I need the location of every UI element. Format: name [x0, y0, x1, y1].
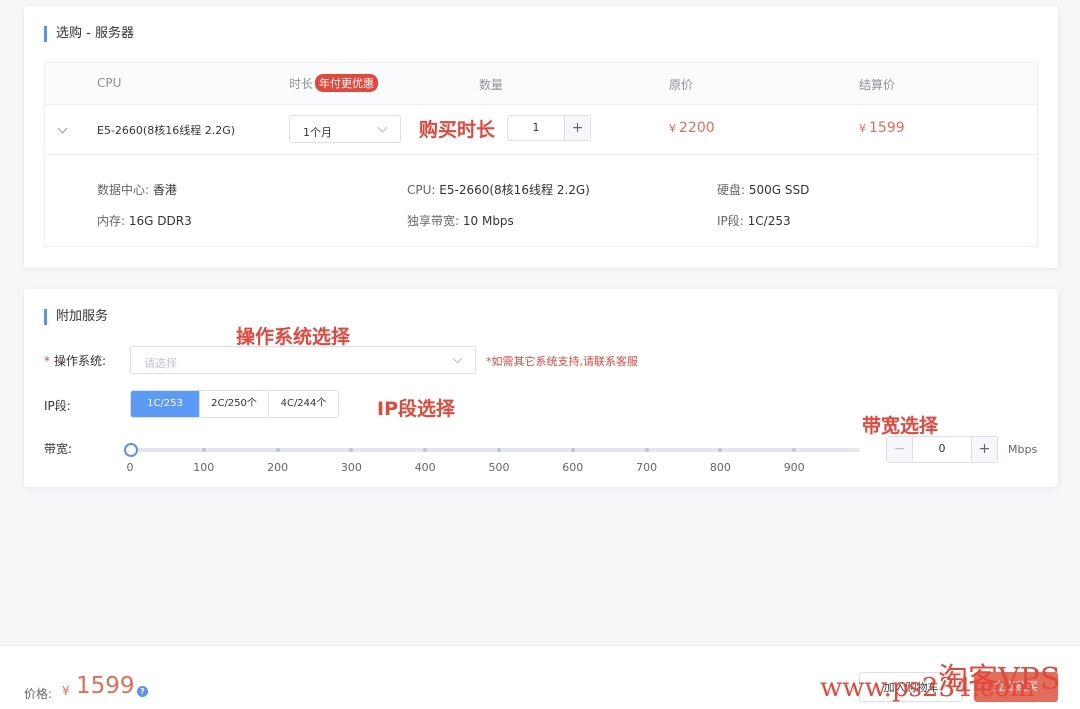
- addons-card: 附加服务 * 操作系统: 请选择 *如需其它系统支持,请联系客服 IP段: 1C/…: [24, 289, 1058, 487]
- help-icon[interactable]: ?: [137, 686, 148, 697]
- chevron-down-icon[interactable]: [57, 123, 68, 134]
- table-header: CPU 时长 年付更优惠 数量 原价 结算价: [45, 63, 1037, 105]
- bandwidth-slider-track[interactable]: [130, 448, 860, 452]
- bandwidth-label: 带宽:: [44, 442, 73, 456]
- detail-bandwidth: 独享带宽: 10 Mbps: [407, 214, 514, 228]
- bandwidth-unit: Mbps: [1008, 443, 1038, 456]
- table-row: E5-2660(8核16线程 2.2G) 1个月 1 + ¥2200 ¥1599: [45, 105, 1037, 155]
- section-title-addons: 附加服务: [44, 309, 108, 325]
- slider-tick-label: 200: [267, 461, 289, 474]
- slider-tick-label: 400: [414, 461, 436, 474]
- watermark-url: www.ps234.com: [820, 673, 1035, 703]
- annotation-os: 操作系统选择: [236, 326, 351, 348]
- slider-tick-label: 100: [193, 461, 215, 474]
- slider-tick-label: 300: [340, 461, 362, 474]
- chevron-down-icon: [452, 353, 463, 364]
- duration-badge: 年付更优惠: [315, 74, 379, 92]
- header-duration: 时长 年付更优惠: [289, 74, 379, 92]
- detail-ip: IP段: 1C/253: [717, 214, 791, 228]
- plus-icon[interactable]: +: [564, 116, 590, 140]
- final-price: ¥1599: [859, 120, 905, 136]
- os-hint: *如需其它系统支持,请联系客服: [486, 355, 638, 368]
- minus-icon[interactable]: −: [887, 437, 913, 462]
- bandwidth-stepper[interactable]: − 0 +: [886, 436, 998, 463]
- annotation-bandwidth: 带宽选择: [862, 415, 939, 437]
- ip-option[interactable]: 4C/244个: [269, 391, 338, 417]
- slider-stop[interactable]: [497, 448, 501, 452]
- os-placeholder: 请选择: [144, 357, 177, 370]
- slider-stop[interactable]: [570, 448, 575, 452]
- chevron-down-icon: [377, 122, 388, 133]
- plus-icon[interactable]: +: [971, 437, 997, 462]
- slider-tick-label: 600: [562, 461, 584, 474]
- annotation-ip: IP段选择: [377, 398, 455, 420]
- price-label: 价格:: [24, 687, 53, 701]
- bandwidth-value[interactable]: 0: [913, 437, 971, 462]
- header-quantity: 数量: [479, 78, 504, 92]
- slider-tick-label: 500: [488, 461, 510, 474]
- detail-cpu: CPU: E5-2660(8核16线程 2.2G): [407, 183, 590, 197]
- row-cpu: E5-2660(8核16线程 2.2G): [97, 124, 236, 137]
- os-select[interactable]: 请选择: [130, 346, 476, 374]
- detail-datacenter: 数据中心: 香港: [97, 183, 177, 197]
- quantity-value[interactable]: 1: [508, 116, 564, 140]
- total-currency: ¥: [62, 684, 70, 698]
- slider-tick-label: 800: [709, 461, 731, 474]
- header-original-price: 原价: [669, 78, 694, 92]
- duration-value: 1个月: [303, 126, 332, 139]
- duration-select[interactable]: 1个月: [289, 115, 401, 143]
- ip-label: IP段:: [44, 399, 71, 413]
- original-price: ¥2200: [669, 120, 715, 136]
- annotation-duration: 购买时长: [419, 119, 496, 141]
- os-label: * 操作系统:: [44, 354, 107, 368]
- slider-tick-label: 900: [783, 461, 805, 474]
- detail-memory: 内存: 16G DDR3: [97, 214, 192, 228]
- quantity-stepper[interactable]: 1 +: [507, 115, 591, 141]
- total-price: 1599: [76, 673, 135, 699]
- bandwidth-slider-handle[interactable]: [124, 443, 138, 457]
- server-table: CPU 时长 年付更优惠 数量 原价 结算价 E5-2660(8核16线程 2.2…: [44, 62, 1038, 247]
- server-card: 选购 - 服务器 CPU 时长 年付更优惠 数量 原价 结算价 E5-2660(8…: [24, 6, 1058, 268]
- header-cpu: CPU: [97, 76, 122, 90]
- slider-stop[interactable]: [275, 448, 280, 452]
- slider-tick-label: 700: [636, 461, 658, 474]
- section-title-server: 选购 - 服务器: [44, 26, 134, 42]
- ip-option[interactable]: 2C/250个: [200, 391, 269, 417]
- ip-segment-group: 1C/253 2C/250个 4C/244个: [130, 390, 339, 418]
- ip-option[interactable]: 1C/253: [131, 391, 200, 417]
- slider-stop[interactable]: [644, 448, 649, 452]
- slider-tick-label: 0: [126, 461, 134, 474]
- header-final-price: 结算价: [859, 78, 896, 92]
- detail-disk: 硬盘: 500G SSD: [717, 183, 810, 197]
- slider-stop[interactable]: [201, 448, 206, 452]
